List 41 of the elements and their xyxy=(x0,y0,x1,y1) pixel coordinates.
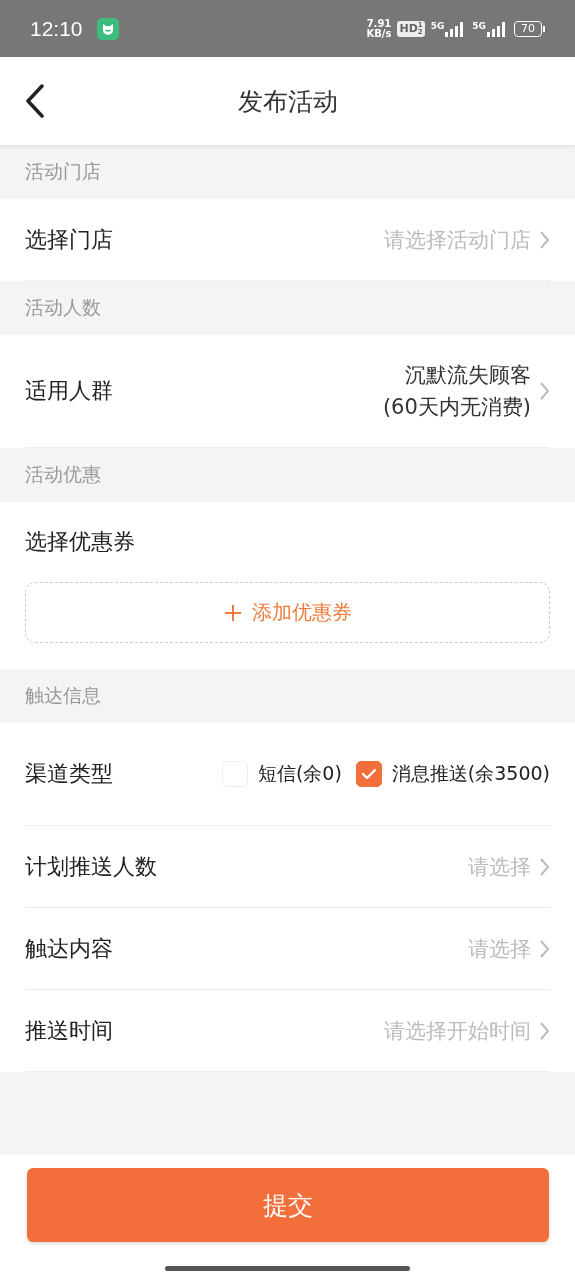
form-row[interactable]: 选择门店 请选择活动门店 xyxy=(25,199,550,281)
check-icon xyxy=(360,768,377,780)
status-time: 12:10 xyxy=(30,16,83,41)
form-row[interactable]: 适用人群 沉默流失顾客 (60天内无消费) xyxy=(25,335,550,448)
back-icon[interactable] xyxy=(25,84,45,118)
row-label: 触达内容 xyxy=(25,934,114,963)
row-placeholder: 请选择活动门店 xyxy=(384,226,531,254)
form-row[interactable]: 触达内容 请选择 xyxy=(25,908,550,990)
row-value: 沉默流失顾客 (60天内无消费) xyxy=(382,362,531,421)
chevron-right-icon xyxy=(539,1020,550,1041)
form-row[interactable]: 推送时间 请选择开始时间 xyxy=(25,990,550,1072)
checkbox-label: 短信(余0) xyxy=(257,761,342,786)
section-header: 活动门店 xyxy=(24,159,102,184)
row-label: 适用人群 xyxy=(25,377,114,405)
network-speed: 7.91 xyxy=(366,18,392,29)
row-label: 推送时间 xyxy=(25,1016,114,1045)
network-speed-unit: KB/s xyxy=(366,28,392,39)
app-notification-icon xyxy=(96,17,119,40)
signal-icon xyxy=(486,20,508,37)
row-label: 选择优惠券 xyxy=(25,528,136,556)
row-label: 渠道类型 xyxy=(25,760,113,788)
row-label: 计划推送人数 xyxy=(25,852,158,881)
row-label: 选择门店 xyxy=(25,225,114,254)
row-placeholder: 请选择开始时间 xyxy=(384,1017,531,1045)
row-placeholder: 请选择 xyxy=(468,935,531,963)
chevron-right-icon xyxy=(539,938,550,959)
chevron-right-icon xyxy=(539,229,550,250)
form-row[interactable]: 计划推送人数 请选择 xyxy=(25,826,550,908)
network-type: 5G xyxy=(472,20,486,31)
page-title: 发布活动 xyxy=(237,85,338,118)
chevron-right-icon xyxy=(539,856,550,877)
plus-icon xyxy=(223,603,242,622)
network-type: 5G xyxy=(430,20,445,31)
section-header: 活动优惠 xyxy=(24,462,102,487)
battery-level: 70 xyxy=(514,20,542,37)
chevron-right-icon xyxy=(539,381,550,401)
checkbox[interactable] xyxy=(355,761,382,787)
row-placeholder: 请选择 xyxy=(468,853,531,881)
section-header: 活动人数 xyxy=(24,295,102,320)
section-header: 触达信息 xyxy=(24,683,102,708)
checkbox-label: 消息推送(余3500) xyxy=(391,761,550,786)
